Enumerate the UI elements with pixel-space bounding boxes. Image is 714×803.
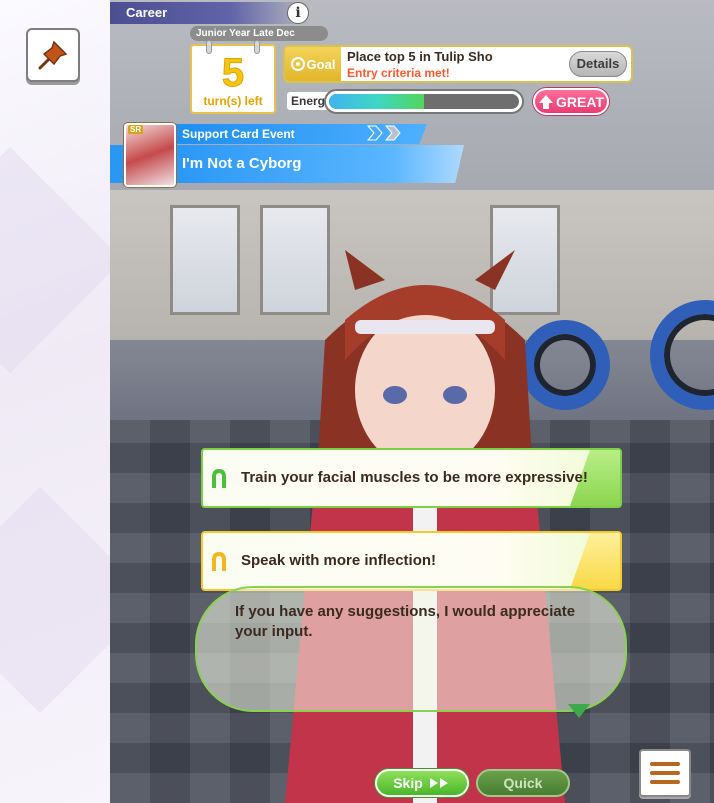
skip-button[interactable]: Skip	[375, 769, 469, 797]
choice-option-2[interactable]: Speak with more inflection!	[201, 531, 622, 591]
event-banner: Support Card Event I'm Not a Cyborg SR	[110, 123, 465, 187]
choice-text: Train your facial muscles to be more exp…	[241, 469, 588, 486]
mood-badge[interactable]: GREAT	[533, 88, 609, 115]
energy-bar	[324, 89, 524, 114]
chevron-right-icon	[366, 125, 383, 141]
pushpin-icon	[38, 40, 68, 70]
horseshoe-icon	[212, 469, 226, 488]
up-arrow-icon	[539, 94, 554, 109]
hamburger-menu-icon	[650, 771, 680, 775]
event-title: I'm Not a Cyborg	[172, 145, 464, 183]
window	[170, 205, 240, 315]
goal-panel: Goal Place top 5 in Tulip Sho Entry crit…	[283, 45, 633, 83]
side-panel	[0, 0, 110, 803]
choice-option-1[interactable]: Train your facial muscles to be more exp…	[201, 448, 622, 508]
details-button[interactable]: Details	[569, 51, 627, 77]
goal-tag-label: Goal	[306, 56, 336, 72]
pin-button[interactable]	[26, 28, 80, 82]
support-card-portrait: SR	[124, 123, 176, 187]
goal-status: Entry criteria met!	[347, 66, 450, 80]
date-label: Junior Year Late Dec	[190, 26, 328, 41]
quick-button[interactable]: Quick	[476, 769, 570, 797]
dialogue-box[interactable]: If you have any suggestions, I would app…	[195, 586, 627, 712]
chevron-right-icon	[384, 125, 401, 141]
menu-button[interactable]	[639, 749, 691, 797]
fast-forward-icon	[429, 778, 448, 788]
turns-left-label: turn(s) left	[203, 94, 263, 108]
turns-left-number: 5	[221, 51, 245, 95]
skip-label: Skip	[393, 775, 423, 791]
goal-tag: Goal	[285, 47, 341, 81]
calendar-ring	[254, 40, 260, 54]
career-label: Career	[110, 2, 310, 24]
continue-arrow-icon	[568, 704, 590, 718]
turns-left-card: 5 turn(s) left	[190, 40, 276, 114]
info-button[interactable]: i	[287, 2, 309, 24]
panel-decoration	[0, 146, 110, 374]
panel-decoration	[0, 486, 110, 714]
choice-accent	[570, 533, 620, 589]
mood-label: GREAT	[556, 93, 604, 110]
energy-track	[329, 94, 519, 109]
goal-title: Place top 5 in Tulip Sho	[347, 49, 493, 64]
hamburger-menu-icon	[650, 780, 680, 784]
character-sprite	[285, 250, 565, 803]
dialogue-text: If you have any suggestions, I would app…	[235, 603, 576, 640]
horseshoe-icon	[212, 552, 226, 571]
energy-fill	[329, 94, 424, 109]
choice-text: Speak with more inflection!	[241, 552, 437, 569]
goal-target-icon	[290, 57, 305, 71]
calendar-ring	[206, 40, 212, 54]
hamburger-menu-icon	[650, 762, 680, 766]
card-rarity-badge: SR	[128, 125, 144, 134]
